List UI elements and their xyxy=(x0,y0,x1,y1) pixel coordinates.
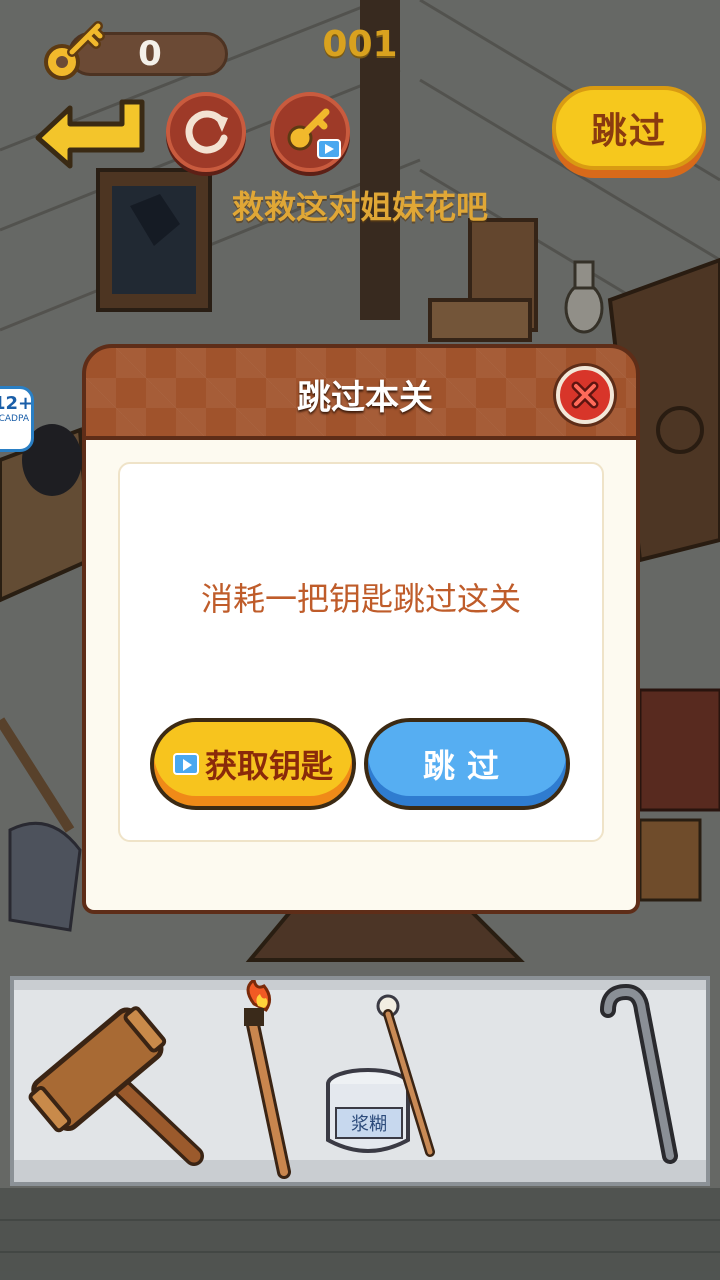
needle-icon[interactable] xyxy=(364,980,454,1180)
video-play-icon xyxy=(172,753,199,775)
skip-button[interactable]: 跳过 xyxy=(364,718,570,810)
restart-icon xyxy=(185,110,228,154)
torch-icon[interactable] xyxy=(214,980,314,1180)
close-button[interactable] xyxy=(556,366,614,424)
level-number: 001 xyxy=(322,24,398,65)
key-count: 0 xyxy=(138,34,162,74)
hammer-icon[interactable] xyxy=(18,980,208,1180)
key-video-button[interactable] xyxy=(270,92,350,172)
back-arrow-icon xyxy=(35,99,145,169)
age-rating-badge[interactable]: 12+ CADPA xyxy=(0,386,34,452)
skip-level-dialog: 跳过本关 消耗一把钥匙跳过这关 获取钥匙 跳过 xyxy=(82,344,640,914)
skip-level-top-button[interactable]: 跳过 xyxy=(552,86,706,170)
age-rating-number: 12+ xyxy=(0,393,34,414)
get-key-label: 获取钥匙 xyxy=(204,747,333,785)
get-key-button[interactable]: 获取钥匙 xyxy=(150,718,356,810)
crowbar-icon[interactable] xyxy=(580,980,700,1180)
back-button[interactable] xyxy=(30,90,148,170)
level-hint: 救救这对姐妹花吧 xyxy=(231,188,488,226)
restart-button[interactable] xyxy=(166,92,246,172)
key-video-icon xyxy=(287,108,341,159)
age-rating-org: CADPA xyxy=(0,414,29,424)
key-counter: 0 xyxy=(40,18,228,80)
dialog-header: 跳过本关 xyxy=(82,344,640,440)
close-icon xyxy=(571,381,599,409)
inventory-tray: 浆糊 xyxy=(10,976,710,1186)
dialog-message: 消耗一把钥匙跳过这关 xyxy=(200,580,521,618)
dialog-body xyxy=(82,428,640,914)
skip-label: 跳过 xyxy=(422,747,511,785)
key-icon xyxy=(44,21,105,80)
